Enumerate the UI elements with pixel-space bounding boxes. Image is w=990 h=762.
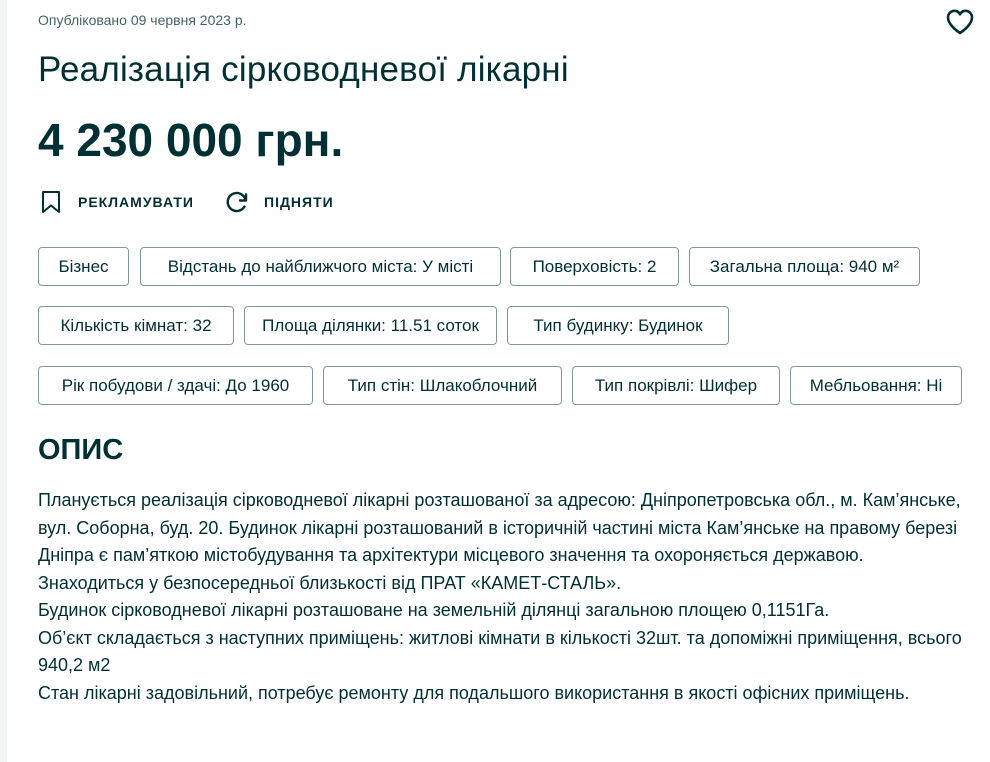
refresh-icon xyxy=(226,191,248,213)
param-tag: Площа ділянки: 11.51 соток xyxy=(244,306,497,345)
listing-title: Реалізація сірководневої лікарні xyxy=(38,50,569,89)
param-tag: Кількість кімнат: 32 xyxy=(38,306,234,345)
promote-label: РЕКЛАМУВАТИ xyxy=(78,194,194,210)
description-text: Планується реалізація сірководневої ліка… xyxy=(38,487,968,707)
param-tag: Поверховість: 2 xyxy=(510,247,679,286)
raise-label: ПІДНЯТИ xyxy=(264,194,334,210)
description-paragraph: Будинок сірководневої лікарні розташован… xyxy=(38,600,830,620)
param-tag: Рік побудови / здачі: До 1960 xyxy=(38,366,313,405)
param-tag: Відстань до найближчого міста: У місті xyxy=(140,247,501,286)
promote-button[interactable]: РЕКЛАМУВАТИ xyxy=(38,188,194,216)
bookmark-icon xyxy=(42,191,60,213)
param-tag: Тип стін: Шлакоблочний xyxy=(323,366,562,405)
description-paragraph: Планується реалізація сірководневої ліка… xyxy=(38,490,961,593)
left-edge xyxy=(0,0,7,762)
description-paragraph: Стан лікарні задовільний, потребує ремон… xyxy=(38,682,910,703)
description-paragraph: Об’єкт складається з наступних приміщень… xyxy=(38,627,962,676)
heart-outline-icon xyxy=(946,9,974,35)
param-tag: Загальна площа: 940 м² xyxy=(689,247,920,286)
param-tag: Бізнес xyxy=(38,247,129,286)
param-tag: Мебльовання: Ні xyxy=(790,366,962,405)
raise-button[interactable]: ПІДНЯТИ xyxy=(224,188,334,216)
listing-price: 4 230 000 грн. xyxy=(38,114,344,166)
description-heading: ОПИС xyxy=(38,434,124,466)
param-tag: Тип будинку: Будинок xyxy=(507,306,729,345)
param-tag: Тип покрівлі: Шифер xyxy=(572,366,780,405)
published-date: Опубліковано 09 червня 2023 р. xyxy=(38,12,247,28)
favorite-button[interactable] xyxy=(944,6,976,38)
